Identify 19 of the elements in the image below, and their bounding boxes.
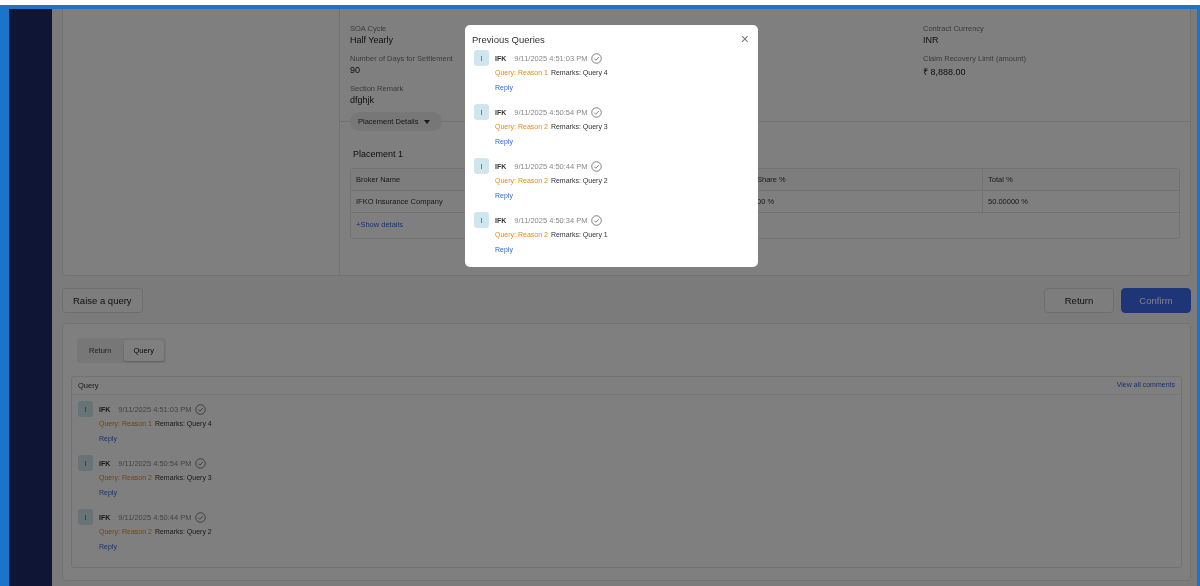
field-value: ₹ 8,888.00: [923, 66, 966, 78]
field-value: dfghjk: [350, 95, 375, 105]
check-circle-icon: [194, 511, 206, 523]
placement-title: Placement 1: [353, 149, 405, 159]
caret-icon: [424, 119, 431, 124]
confirm-button[interactable]: Confirm: [1121, 288, 1191, 313]
field-value: 90: [350, 65, 360, 75]
check-circle-icon: [194, 403, 206, 415]
raise-query-button[interactable]: Raise a query: [62, 288, 143, 313]
field-value: INR: [923, 35, 939, 45]
check-circle-icon: [194, 457, 206, 469]
return-button[interactable]: Return: [1044, 288, 1114, 313]
field-value: Half Yearly: [350, 35, 394, 45]
dialog-title: Previous Queries: [472, 33, 545, 45]
check-circle-icon: [590, 106, 602, 118]
check-circle-icon: [590, 160, 602, 172]
close-button[interactable]: ×: [738, 32, 751, 46]
check-circle-icon: [590, 52, 602, 64]
check-circle-icon: [590, 214, 602, 226]
